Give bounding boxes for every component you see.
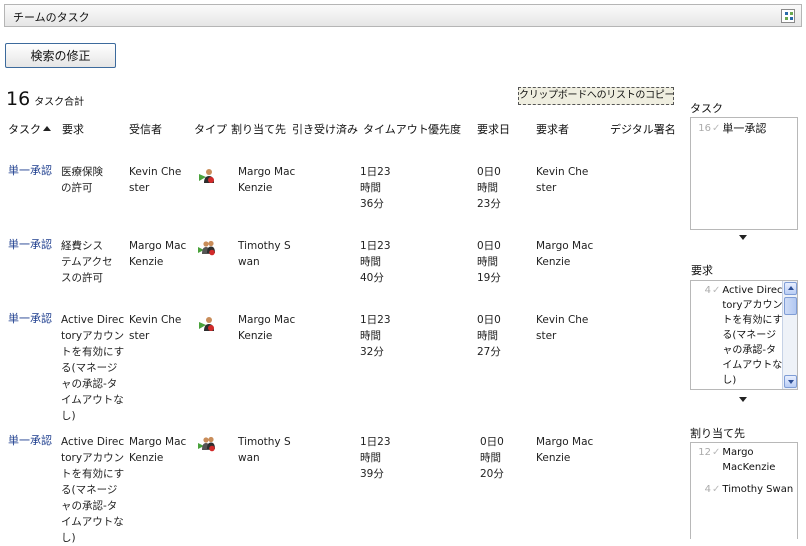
assignees-filter-list[interactable]: 12✓ Margo MacKenzie 4✓ Timothy Swan — [690, 442, 798, 539]
expand-arrow-icon[interactable] — [739, 397, 747, 402]
request-cell: 医療保険の許可 — [61, 166, 103, 194]
recipient-cell: Kevin Chester — [129, 314, 182, 342]
request-date-cell: 0日0 時間 23分 — [477, 166, 501, 210]
expand-arrow-icon[interactable] — [739, 235, 747, 240]
column-header-type[interactable]: タイプ — [194, 121, 227, 137]
group-icon — [198, 436, 215, 452]
column-header-claimed[interactable]: 引き受け済み — [292, 121, 358, 137]
recipient-cell: Kevin Chester — [129, 166, 182, 194]
modify-search-button[interactable]: 検索の修正 — [5, 43, 116, 68]
column-header-recipient[interactable]: 受信者 — [129, 121, 162, 137]
column-header-task[interactable]: タスク — [8, 121, 51, 137]
group-icon — [198, 240, 215, 256]
recipient-cell: Margo MacKenzie — [129, 240, 187, 268]
scroll-up-icon[interactable] — [784, 282, 797, 295]
column-header-assigned-to[interactable]: 割り当て先 — [231, 121, 286, 137]
sort-ascending-icon — [43, 126, 51, 131]
check-icon: ✓ — [712, 447, 721, 458]
task-total: 16 タスク合計 — [6, 88, 84, 110]
timeout-cell: 1日23 時間 36分 — [360, 166, 391, 210]
column-header-priority[interactable]: 優先度 — [428, 121, 461, 137]
timeout-cell: 1日23 時間 39分 — [360, 436, 391, 480]
tasks-filter-title: タスク — [690, 102, 723, 115]
request-date-cell: 0日0 時間 20分 — [480, 436, 504, 480]
column-header-requester[interactable]: 要求者 — [536, 121, 569, 137]
list-item[interactable]: 12✓ Margo MacKenzie — [697, 445, 784, 475]
requester-cell: Kevin Chester — [536, 314, 589, 342]
request-date-cell: 0日0 時間 19分 — [477, 240, 501, 284]
recipient-cell: Margo MacKenzie — [129, 436, 187, 464]
copy-list-button[interactable]: クリップボードへのリストのコピー — [518, 87, 675, 105]
portlet-title-bar: チームのタスク — [4, 4, 802, 27]
requests-filter-list[interactable]: 4✓ Active Directoryアカウントを有効にする(マネージャの承認-タ… — [690, 280, 798, 390]
column-header-request-date[interactable]: 要求日 — [477, 121, 510, 137]
column-header-timeout[interactable]: タイムアウト — [363, 121, 429, 137]
requests-filter-title: 要求 — [691, 264, 713, 277]
request-cell: Active Directoryアカウントを有効にする(マネージャの承認-タイム… — [61, 314, 125, 422]
portlet-title: チームのタスク — [13, 11, 90, 24]
task-link[interactable]: 単一承認 — [8, 163, 52, 179]
column-header-digital-signature[interactable]: デジタル署名 — [610, 121, 676, 137]
task-link[interactable]: 単一承認 — [8, 311, 52, 327]
tasks-filter-list[interactable]: 16✓ 単一承認 — [690, 117, 798, 230]
single-user-icon — [199, 317, 214, 331]
requester-cell: Kevin Chester — [536, 166, 589, 194]
assigned-to-cell: Timothy Swan — [238, 240, 291, 268]
requests-scrollbar[interactable] — [782, 281, 797, 389]
timeout-cell: 1日23 時間 32分 — [360, 314, 391, 358]
request-cell: Active Directoryアカウントを有効にする(マネージャの承認-タイム… — [61, 436, 125, 544]
scroll-thumb[interactable] — [784, 297, 797, 315]
scroll-down-icon[interactable] — [784, 375, 797, 388]
single-user-icon — [199, 169, 214, 183]
check-icon: ✓ — [712, 285, 721, 296]
timeout-cell: 1日23 時間 40分 — [360, 240, 391, 284]
list-item[interactable]: 4✓ Timothy Swan — [697, 482, 794, 497]
check-icon: ✓ — [712, 123, 721, 134]
assigned-to-cell: Timothy Swan — [238, 436, 291, 464]
assigned-to-cell: Margo MacKenzie — [238, 166, 296, 194]
list-item[interactable]: 16✓ 単一承認 — [697, 121, 766, 136]
task-total-count: 16 — [6, 88, 31, 110]
assignees-filter-title: 割り当て先 — [690, 427, 745, 440]
list-item[interactable]: 4✓ Active Directoryアカウントを有効にする(マネージャの承認-タ… — [697, 283, 784, 388]
assigned-to-cell: Margo MacKenzie — [238, 314, 296, 342]
grid-menu-icon[interactable] — [781, 9, 795, 23]
check-icon: ✓ — [712, 484, 721, 495]
request-date-cell: 0日0 時間 27分 — [477, 314, 501, 358]
column-header-request[interactable]: 要求 — [62, 121, 84, 137]
task-link[interactable]: 単一承認 — [8, 237, 52, 253]
request-cell: 経費システムアクセスの許可 — [61, 240, 113, 284]
requester-cell: Margo MacKenzie — [536, 240, 594, 268]
task-total-label: タスク合計 — [34, 97, 85, 108]
requester-cell: Margo MacKenzie — [536, 436, 594, 464]
task-link[interactable]: 単一承認 — [8, 433, 52, 449]
